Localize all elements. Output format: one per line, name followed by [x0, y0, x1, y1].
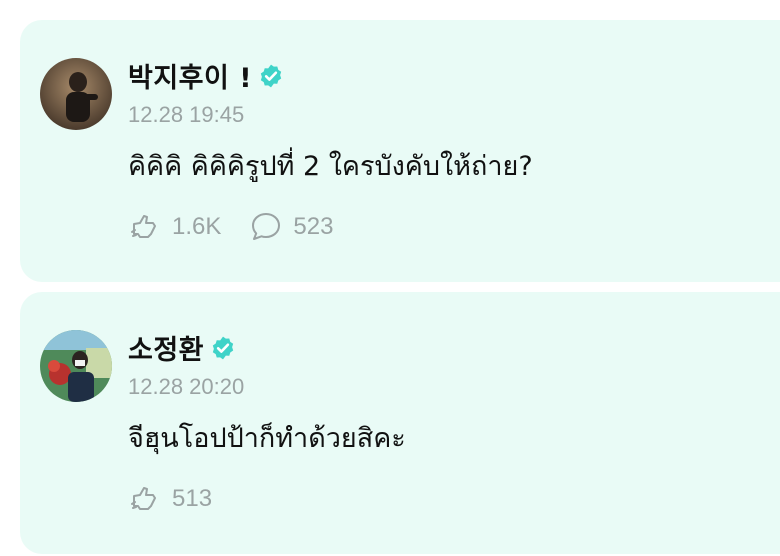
comment-count: 523	[293, 213, 334, 240]
post-time: 12.28 19:45	[128, 102, 245, 127]
comment-button[interactable]: 523	[249, 210, 333, 244]
post-stats: 1.6K 523	[128, 210, 361, 244]
like-count: 1.6K	[172, 213, 222, 240]
post-message: คิคิคิ คิคิคิรูปที่ 2 ใครบังคับให้ถ่าย?	[128, 151, 533, 182]
comment-icon	[252, 213, 281, 240]
like-button[interactable]: 513	[128, 482, 212, 516]
post-time: 12.28 20:20	[128, 374, 245, 399]
post-message: จีฮุนโอปป้าก็ทำด้วยสิคะ	[128, 423, 406, 454]
avatar[interactable]	[40, 330, 112, 402]
author-name[interactable]: 소정환	[128, 328, 204, 367]
like-button[interactable]: 1.6K	[128, 210, 221, 244]
like-icon	[131, 215, 156, 238]
like-count: 513	[172, 485, 213, 512]
verified-badge-icon	[212, 336, 234, 359]
like-icon	[131, 487, 156, 510]
verified-badge-icon	[260, 64, 282, 87]
avatar[interactable]	[40, 58, 112, 130]
post-card[interactable]: 소정환 12.28 20:20 จีฮุนโอปป้าก็ทำด้วยสิคะ …	[20, 292, 780, 554]
author-name[interactable]: 박지후이 !	[128, 56, 252, 95]
post-card[interactable]: 박지후이 ! 12.28 19:45 คิคิคิ คิคิคิรูปที่ 2…	[20, 20, 780, 282]
post-stats: 513	[128, 482, 240, 516]
